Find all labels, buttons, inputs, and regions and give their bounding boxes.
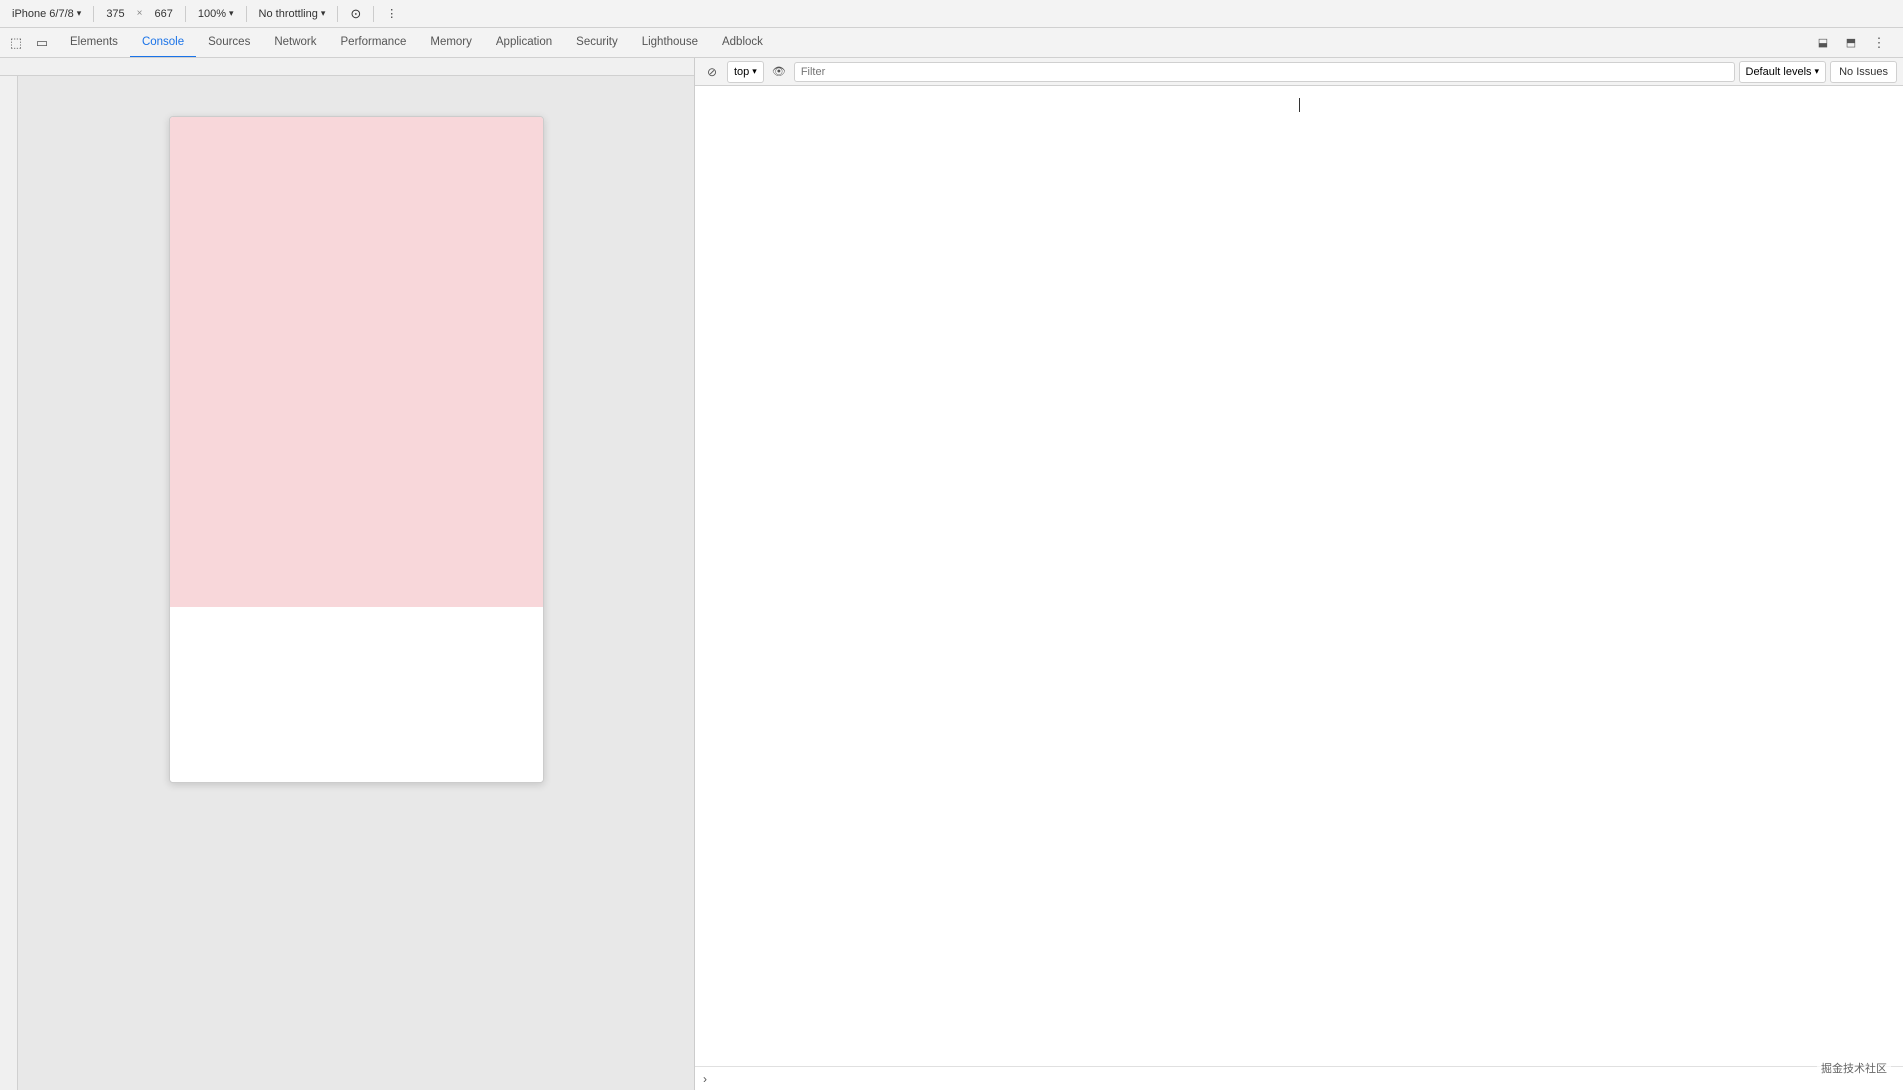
sensors-button[interactable]: ⊙ bbox=[344, 3, 367, 25]
zoom-chevron-icon: ▾ bbox=[229, 8, 234, 19]
viewport-panel bbox=[0, 58, 695, 1090]
device-label: iPhone 6/7/8 bbox=[12, 8, 74, 20]
throttling-selector[interactable]: No throttling ▾ bbox=[253, 3, 332, 25]
device-mode-icon: ▭ bbox=[36, 35, 48, 51]
device-selector[interactable]: iPhone 6/7/8 ▾ bbox=[6, 3, 87, 25]
tab-elements[interactable]: Elements bbox=[58, 28, 130, 58]
main-container: ⊘ top ▾ 👁 Default levels ▾ No Issues bbox=[0, 58, 1903, 1090]
separator-2 bbox=[185, 6, 186, 22]
console-filter-input[interactable] bbox=[794, 62, 1735, 82]
tab-performance-label: Performance bbox=[341, 36, 407, 48]
inspect-icon-btn[interactable]: ⬚ bbox=[4, 31, 28, 55]
no-issues-label: No Issues bbox=[1839, 66, 1888, 78]
devtools-tabs-bar: ⬚ ▭ Elements Console Sources Network Per… bbox=[0, 28, 1903, 58]
tab-security[interactable]: Security bbox=[564, 28, 630, 58]
console-prompt[interactable]: › bbox=[695, 1066, 1903, 1090]
context-chevron-icon: ▾ bbox=[752, 66, 757, 77]
device-mode-btn[interactable]: ▭ bbox=[30, 31, 54, 55]
tab-network[interactable]: Network bbox=[262, 28, 328, 58]
zoom-selector[interactable]: 100% ▾ bbox=[192, 3, 240, 25]
separator-4 bbox=[337, 6, 338, 22]
tab-console-label: Console bbox=[142, 36, 184, 48]
tab-adblock[interactable]: Adblock bbox=[710, 28, 775, 58]
tab-network-label: Network bbox=[274, 36, 316, 48]
throttling-label: No throttling bbox=[259, 8, 318, 20]
tab-application[interactable]: Application bbox=[484, 28, 564, 58]
tab-sources-label: Sources bbox=[208, 36, 250, 48]
width-input-container[interactable]: 375 bbox=[100, 3, 130, 25]
top-toolbar: iPhone 6/7/8 ▾ 375 × 667 100% ▾ No throt… bbox=[0, 0, 1903, 28]
phone-frame bbox=[169, 116, 544, 783]
dock-right-icon: ⬒ bbox=[1846, 36, 1856, 49]
horizontal-ruler bbox=[0, 58, 694, 76]
clear-icon: ⊘ bbox=[707, 65, 717, 79]
watermark: 掘金技术社区 bbox=[1817, 1058, 1891, 1078]
dock-right-btn[interactable]: ⬒ bbox=[1839, 31, 1863, 55]
log-levels-dropdown[interactable]: Default levels ▾ bbox=[1739, 61, 1827, 83]
inspect-icon: ⬚ bbox=[10, 35, 22, 51]
tabs-more-icon: ⋮ bbox=[1873, 35, 1886, 51]
phone-screen-pink bbox=[170, 117, 543, 607]
tab-console[interactable]: Console bbox=[130, 28, 196, 58]
separator-1 bbox=[93, 6, 94, 22]
tabs-right-group: ⬓ ⬒ ⋮ bbox=[1811, 31, 1899, 55]
phone-screen-white bbox=[170, 607, 543, 783]
tabs-more-btn[interactable]: ⋮ bbox=[1867, 31, 1891, 55]
tab-performance[interactable]: Performance bbox=[329, 28, 419, 58]
tab-memory[interactable]: Memory bbox=[418, 28, 484, 58]
sensors-icon: ⊙ bbox=[350, 6, 361, 22]
tab-security-label: Security bbox=[576, 36, 618, 48]
log-levels-chevron-icon: ▾ bbox=[1815, 66, 1820, 77]
width-value: 375 bbox=[106, 8, 124, 20]
dock-bottom-icon: ⬓ bbox=[1818, 36, 1828, 49]
tab-memory-label: Memory bbox=[430, 36, 472, 48]
zoom-value: 100% bbox=[198, 8, 226, 20]
vertical-ruler bbox=[0, 76, 18, 1090]
height-value: 667 bbox=[155, 8, 173, 20]
separator-5 bbox=[373, 6, 374, 22]
tab-lighthouse[interactable]: Lighthouse bbox=[630, 28, 710, 58]
console-toolbar: ⊘ top ▾ 👁 Default levels ▾ No Issues bbox=[695, 58, 1903, 86]
tabs-left-group: ⬚ ▭ Elements Console Sources Network Per… bbox=[4, 28, 775, 58]
console-panel: ⊘ top ▾ 👁 Default levels ▾ No Issues bbox=[695, 58, 1903, 1090]
context-dropdown[interactable]: top ▾ bbox=[727, 61, 764, 83]
clear-console-btn[interactable]: ⊘ bbox=[701, 61, 723, 83]
log-levels-label: Default levels bbox=[1746, 66, 1812, 78]
tab-sources[interactable]: Sources bbox=[196, 28, 262, 58]
throttling-chevron-icon: ▾ bbox=[321, 8, 326, 19]
no-issues-button[interactable]: No Issues bbox=[1830, 61, 1897, 83]
eye-icon: 👁 bbox=[772, 65, 786, 78]
prompt-arrow-icon: › bbox=[703, 1072, 707, 1086]
height-input-container[interactable]: 667 bbox=[149, 3, 179, 25]
console-cursor bbox=[1299, 98, 1300, 112]
console-output[interactable] bbox=[695, 86, 1903, 1066]
dimension-x: × bbox=[137, 8, 143, 19]
viewport-content bbox=[149, 76, 564, 1090]
tab-lighthouse-label: Lighthouse bbox=[642, 36, 698, 48]
tab-application-label: Application bbox=[496, 36, 552, 48]
dock-bottom-btn[interactable]: ⬓ bbox=[1811, 31, 1835, 55]
tab-adblock-label: Adblock bbox=[722, 36, 763, 48]
chevron-down-icon: ▾ bbox=[77, 8, 82, 19]
context-label: top bbox=[734, 66, 749, 78]
tab-elements-label: Elements bbox=[70, 36, 118, 48]
more-icon: ⋮ bbox=[386, 7, 397, 20]
eye-btn[interactable]: 👁 bbox=[768, 61, 790, 83]
more-options-button[interactable]: ⋮ bbox=[380, 3, 403, 25]
watermark-text: 掘金技术社区 bbox=[1821, 1063, 1887, 1075]
separator-3 bbox=[246, 6, 247, 22]
